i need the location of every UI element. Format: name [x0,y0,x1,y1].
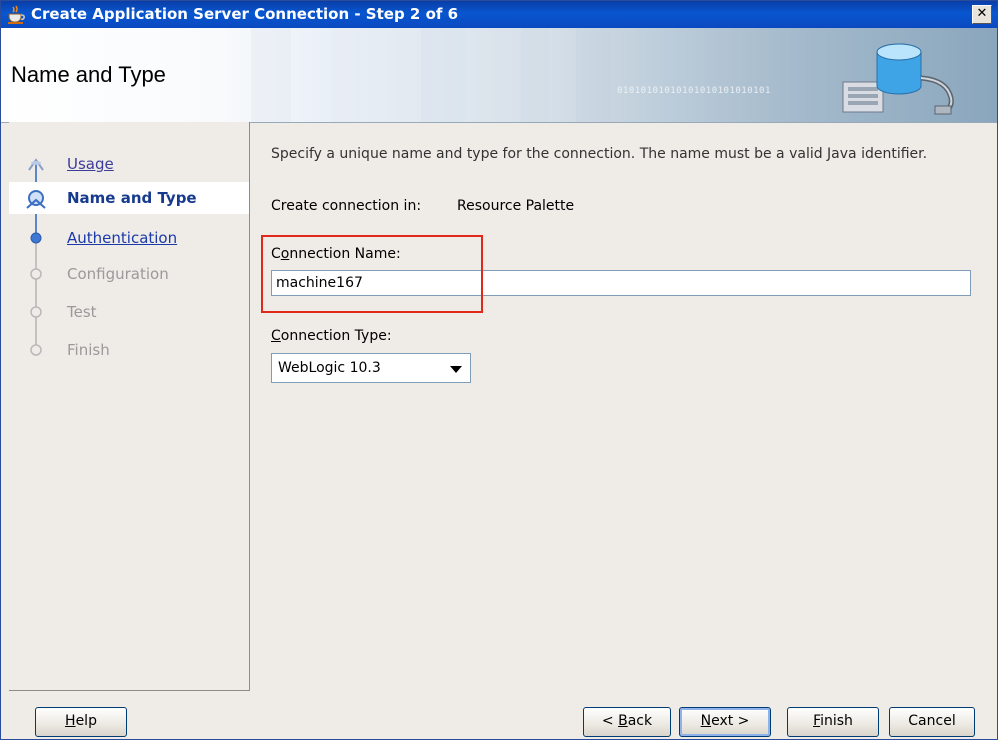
instructions-text: Specify a unique name and type for the c… [271,146,928,162]
step-test: Test [9,296,246,328]
step-finish: Finish [9,334,246,366]
cancel-button[interactable]: Cancel [889,707,975,737]
step-label[interactable]: Authentication [67,229,177,247]
dialog-window: Create Application Server Connection - S… [0,0,998,740]
wizard-header: Name and Type 01010101010101010101010101 [1,28,997,123]
step-visited-icon [28,158,44,171]
cup-icon [8,5,25,24]
step-disabled-icon [30,306,42,318]
step-disabled-icon [30,268,42,280]
step-label: Name and Type [67,189,197,207]
create-in-value: Resource Palette [457,198,575,214]
step-usage[interactable]: Usage [9,148,246,180]
help-button[interactable]: Help [35,707,127,737]
create-in-label: Create connection in: [271,198,422,214]
step-authentication[interactable]: Authentication [9,222,246,254]
step-label[interactable]: Usage [67,155,114,173]
step-label: Configuration [67,265,169,283]
title-bar[interactable]: Create Application Server Connection - S… [1,1,997,28]
wizard-content: Specify a unique name and type for the c… [251,122,997,690]
next-button[interactable]: Next > [679,707,771,737]
step-label: Finish [67,341,110,359]
dropdown-arrow-icon[interactable] [450,366,462,373]
connection-type-label: Connection Type: [271,328,392,344]
database-server-icon [842,43,954,115]
finish-button[interactable]: Finish [787,707,879,737]
close-button[interactable]: ✕ [972,5,992,24]
step-configuration: Configuration [9,258,246,290]
step-name-and-type[interactable]: Name and Type [9,182,249,214]
binary-decoration: 01010101010101010101010101 [617,86,771,96]
connection-type-select[interactable]: WebLogic 10.3 [271,353,471,383]
step-label: Test [67,303,97,321]
step-current-icon [26,190,46,209]
step-available-icon [30,232,42,244]
wizard-steps-panel: Usage Name and Type Authentication Confi… [9,122,250,691]
window-title: Create Application Server Connection - S… [31,5,459,23]
back-button[interactable]: < Back [583,707,671,737]
page-title: Name and Type [11,62,166,87]
step-disabled-icon [30,344,42,356]
close-icon: ✕ [976,6,988,21]
connection-type-value: WebLogic 10.3 [278,360,381,376]
annotation-highlight-box [261,235,483,313]
